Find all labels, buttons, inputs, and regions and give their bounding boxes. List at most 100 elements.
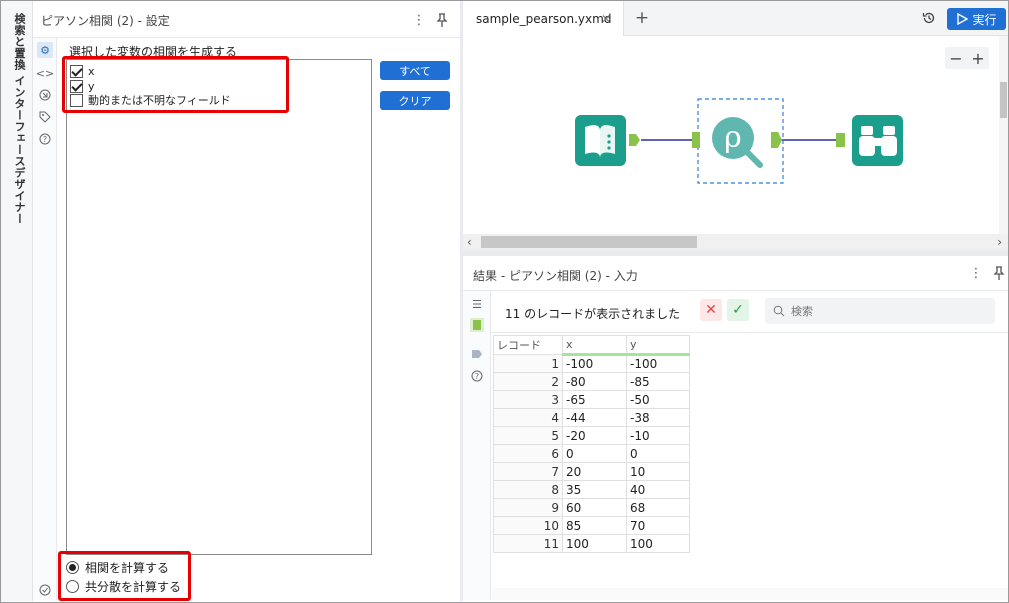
- pin-icon[interactable]: [434, 12, 450, 28]
- input-anchor-icon[interactable]: [470, 318, 484, 332]
- scroll-right-icon[interactable]: ›: [997, 235, 1002, 249]
- y-value-cell[interactable]: -100: [626, 354, 690, 373]
- y-value-cell[interactable]: 0: [626, 444, 690, 463]
- x-value-cell[interactable]: 20: [562, 462, 627, 481]
- row-number-cell[interactable]: 7: [493, 462, 563, 481]
- row-number-cell[interactable]: 5: [493, 426, 563, 445]
- table-row[interactable]: 2 -80 -85: [493, 372, 690, 391]
- table-row[interactable]: 5 -20 -10: [493, 426, 690, 445]
- table-row[interactable]: 10 85 70: [493, 516, 690, 535]
- x-value-cell[interactable]: -100: [562, 354, 627, 373]
- results-more-icon[interactable]: ⋮: [968, 265, 984, 281]
- zoom-in-button[interactable]: +: [971, 49, 984, 68]
- accept-check-icon[interactable]: ✓: [727, 299, 749, 321]
- x-value-cell[interactable]: -20: [562, 426, 627, 445]
- search-replace-tab[interactable]: 検索と置換: [11, 13, 27, 71]
- column-header-y[interactable]: y: [626, 335, 690, 356]
- zoom-out-button[interactable]: −: [949, 49, 962, 68]
- new-tab-plus-icon[interactable]: +: [634, 8, 650, 28]
- browse-tool[interactable]: [836, 115, 903, 166]
- y-value-cell[interactable]: -10: [626, 426, 690, 445]
- results-horizontal-scrollbar[interactable]: [492, 588, 1008, 600]
- more-options-icon[interactable]: ⋮: [411, 12, 427, 28]
- y-value-cell[interactable]: -85: [626, 372, 690, 391]
- clear-button[interactable]: クリア: [380, 91, 450, 110]
- row-number-cell[interactable]: 3: [493, 390, 563, 409]
- scroll-left-icon[interactable]: ‹: [467, 235, 472, 249]
- close-tab-icon[interactable]: ✕: [601, 12, 611, 26]
- y-value-cell[interactable]: 40: [626, 480, 690, 499]
- field-x-checkbox[interactable]: [70, 64, 83, 78]
- connection-icon[interactable]: [37, 87, 53, 103]
- table-row[interactable]: 3 -65 -50: [493, 390, 690, 409]
- table-row[interactable]: 7 20 10: [493, 462, 690, 481]
- results-search-input[interactable]: 検索: [765, 298, 995, 324]
- y-value-cell[interactable]: 100: [626, 534, 690, 553]
- field-y-checkbox[interactable]: [70, 79, 83, 93]
- select-all-button[interactable]: すべて: [380, 61, 450, 80]
- y-value-cell[interactable]: -50: [626, 390, 690, 409]
- help-icon[interactable]: ?: [37, 131, 53, 147]
- field-dynamic-checkbox[interactable]: [70, 93, 83, 107]
- field-y-label: y: [88, 79, 95, 93]
- table-row[interactable]: 11 100 100: [493, 534, 690, 553]
- left-side-strip: 検索と置換 インターフェースデザイナー: [1, 1, 33, 601]
- tab-sample-pearson[interactable]: sample_pearson.yxmd ✕: [463, 1, 624, 36]
- workflow-canvas[interactable]: ρ: [463, 36, 1008, 234]
- history-icon[interactable]: [921, 10, 937, 26]
- row-number-cell[interactable]: 11: [493, 534, 563, 553]
- row-number-cell[interactable]: 4: [493, 408, 563, 427]
- scroll-thumb[interactable]: [481, 236, 697, 248]
- table-row[interactable]: 8 35 40: [493, 480, 690, 499]
- field-item-y[interactable]: y: [70, 79, 95, 93]
- validate-check-icon[interactable]: [37, 582, 53, 598]
- x-value-cell[interactable]: -44: [562, 408, 627, 427]
- table-row[interactable]: 600: [493, 444, 690, 463]
- table-row[interactable]: 1 -100 -100: [493, 354, 690, 373]
- table-row[interactable]: 9 60 68: [493, 498, 690, 517]
- row-number-cell[interactable]: 8: [493, 480, 563, 499]
- row-number-cell[interactable]: 9: [493, 498, 563, 517]
- scroll-thumb[interactable]: [1000, 82, 1007, 118]
- tag-icon[interactable]: [37, 109, 53, 125]
- option-covariance[interactable]: 共分散を計算する: [66, 578, 181, 594]
- run-button[interactable]: 実行: [947, 8, 1006, 30]
- svg-text:ρ: ρ: [724, 120, 742, 155]
- y-value-cell[interactable]: -38: [626, 408, 690, 427]
- field-item-dynamic[interactable]: 動的または不明なフィールド: [70, 93, 231, 107]
- field-listbox[interactable]: x y 動的または不明なフィールド: [66, 59, 372, 555]
- y-value-cell[interactable]: 68: [626, 498, 690, 517]
- x-value-cell[interactable]: -80: [562, 372, 627, 391]
- covariance-radio[interactable]: [66, 579, 79, 593]
- column-header-record[interactable]: レコード: [493, 335, 563, 355]
- reject-x-icon[interactable]: ✕: [700, 299, 722, 321]
- x-value-cell[interactable]: 85: [562, 516, 627, 535]
- x-value-cell[interactable]: 100: [562, 534, 627, 553]
- correlation-radio[interactable]: [66, 560, 79, 574]
- canvas-vertical-scrollbar[interactable]: [999, 36, 1008, 234]
- row-number-cell[interactable]: 10: [493, 516, 563, 535]
- x-value-cell[interactable]: -65: [562, 390, 627, 409]
- results-help-icon[interactable]: ?: [470, 369, 484, 383]
- row-number-cell[interactable]: 6: [493, 444, 563, 463]
- row-number-cell[interactable]: 1: [493, 354, 563, 373]
- y-value-cell[interactable]: 10: [626, 462, 690, 481]
- input-data-tool[interactable]: [575, 115, 640, 166]
- table-row[interactable]: 4 -44 -38: [493, 408, 690, 427]
- results-pin-icon[interactable]: [991, 265, 1007, 281]
- option-correlation[interactable]: 相関を計算する: [66, 559, 169, 575]
- column-header-x[interactable]: x: [562, 335, 627, 356]
- row-number-cell[interactable]: 2: [493, 372, 563, 391]
- field-item-x[interactable]: x: [70, 64, 95, 78]
- list-icon[interactable]: ☰: [470, 297, 484, 311]
- interface-designer-tab[interactable]: インターフェースデザイナー: [11, 75, 27, 225]
- pearson-correlation-tool[interactable]: ρ: [692, 98, 784, 184]
- y-value-cell[interactable]: 70: [626, 516, 690, 535]
- x-value-cell[interactable]: 35: [562, 480, 627, 499]
- x-value-cell[interactable]: 60: [562, 498, 627, 517]
- settings-gear-icon[interactable]: ⚙: [37, 42, 53, 58]
- code-icon[interactable]: <>: [36, 65, 54, 81]
- x-value-cell[interactable]: 0: [562, 444, 627, 463]
- canvas-horizontal-scrollbar[interactable]: ‹ ›: [463, 234, 1008, 250]
- output-anchor-icon[interactable]: [470, 347, 484, 361]
